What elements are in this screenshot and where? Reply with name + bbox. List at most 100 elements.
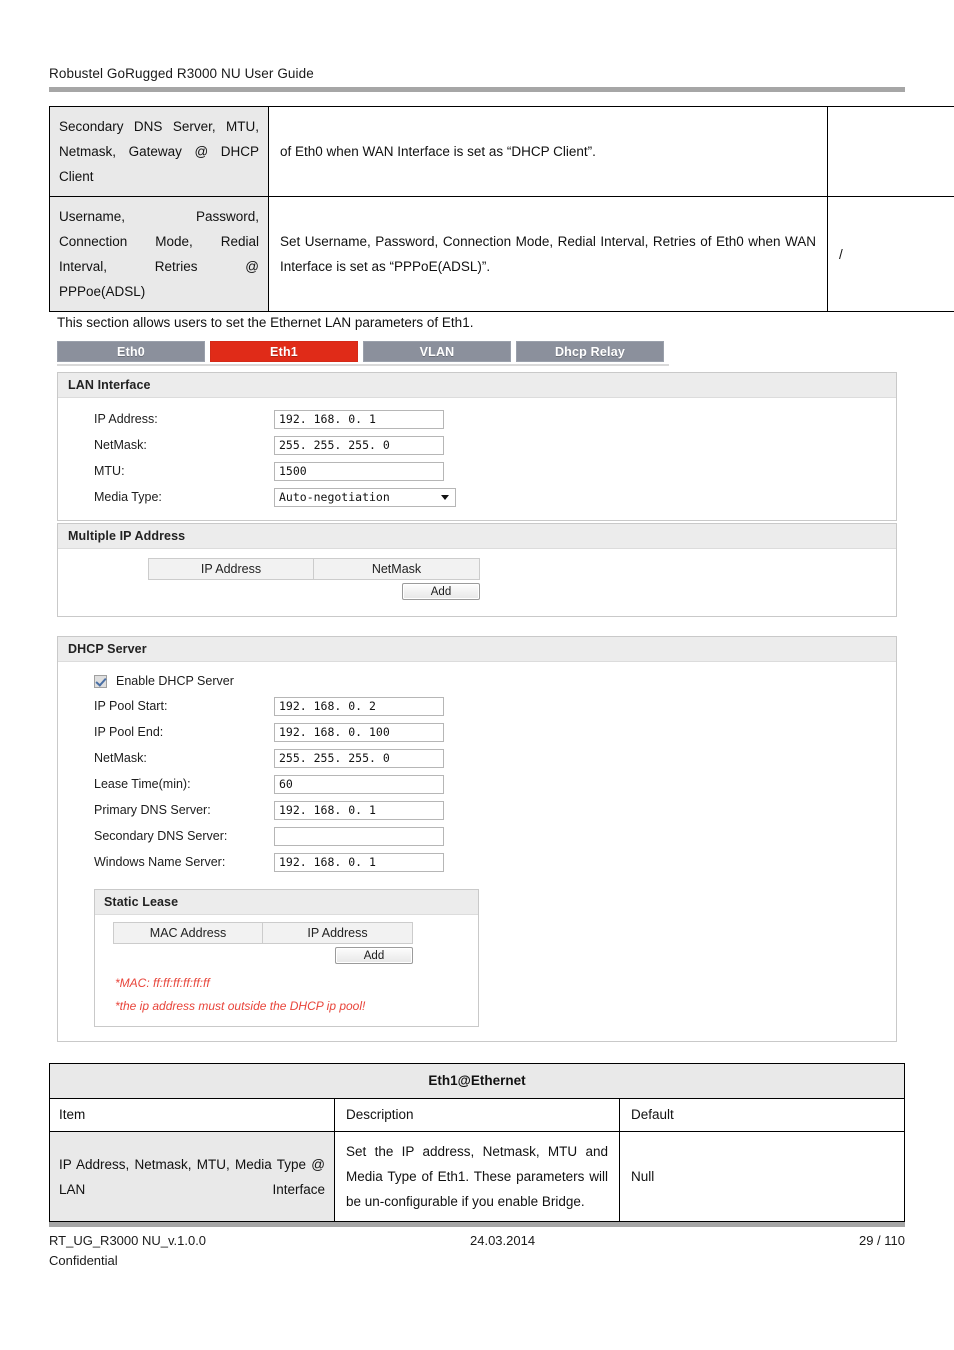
- table-multiple-ip-header: IP Address NetMask: [148, 558, 896, 580]
- field-row-ip-pool-start: IP Pool Start: 192. 168. 0. 2: [58, 693, 896, 719]
- add-static-lease-button[interactable]: Add: [335, 947, 413, 964]
- input-ip-pool-end[interactable]: 192. 168. 0. 100: [274, 722, 444, 742]
- footer-rule: [49, 1222, 905, 1227]
- column-header-mac-address: MAC Address: [113, 922, 263, 944]
- table-static-lease-header: MAC Address IP Address: [113, 922, 478, 944]
- hint-ip-outside-pool: *the ip address must outside the DHCP ip…: [115, 999, 366, 1013]
- hint-mac-format: *MAC: ff:ff:ff:ff:ff:ff: [115, 976, 210, 990]
- panel-title-static-lease: Static Lease: [95, 890, 478, 915]
- input-primary-dns-server[interactable]: 192. 168. 0. 1: [274, 800, 444, 820]
- header-rule: [49, 87, 905, 92]
- footer-date: 24.03.2014: [470, 1233, 536, 1248]
- add-multiple-ip-button[interactable]: Add: [402, 583, 480, 600]
- field-row-netmask: NetMask: 255. 255. 255. 0: [58, 432, 896, 458]
- table-cell-item: IP Address, Netmask, MTU, Media Type @ L…: [49, 1131, 335, 1222]
- input-ip-address[interactable]: 192. 168. 0. 1: [274, 409, 444, 429]
- panel-static-lease: Static Lease MAC Address IP Address Add …: [94, 889, 479, 1027]
- tab-bar: Eth0 Eth1 VLAN Dhcp Relay: [57, 341, 902, 362]
- document-page: Robustel GoRugged R3000 NU User Guide Se…: [0, 0, 954, 1350]
- label-enable-dhcp-server: Enable DHCP Server: [116, 674, 234, 688]
- label-lease-time: Lease Time(min):: [94, 777, 191, 791]
- tab-dhcp-relay[interactable]: Dhcp Relay: [516, 341, 664, 362]
- page-footer: RT_UG_R3000 NU_v.1.0.0 24.03.2014 29 / 1…: [49, 1222, 905, 1268]
- field-row-windows-name-server: Windows Name Server: 192. 168. 0. 1: [58, 849, 896, 875]
- parameters-table-bottom: Eth1@Ethernet Item Description Default I…: [49, 1063, 905, 1222]
- field-row-secondary-dns: Secondary DNS Server:: [58, 823, 896, 849]
- add-row-static-lease: Add: [113, 947, 413, 964]
- tab-underline: [57, 364, 669, 366]
- panel-body-dhcp-server: Enable DHCP Server IP Pool Start: 192. 1…: [58, 662, 896, 1041]
- column-header-default: Default: [619, 1098, 905, 1132]
- table-cell-description: of Eth0 when WAN Interface is set as “DH…: [268, 106, 828, 197]
- label-ip-address: IP Address:: [94, 412, 158, 426]
- field-row-ip-pool-end: IP Pool End: 192. 168. 0. 100: [58, 719, 896, 745]
- label-netmask: NetMask:: [94, 438, 147, 452]
- table-row: Username, Password, Connection Mode, Red…: [49, 196, 954, 312]
- footer-line: RT_UG_R3000 NU_v.1.0.0 24.03.2014 29 / 1…: [49, 1233, 905, 1251]
- panel-dhcp-server: DHCP Server Enable DHCP Server IP Pool S…: [57, 636, 897, 1042]
- field-row-media-type: Media Type: Auto-negotiation: [58, 484, 896, 510]
- table-cell-description: Set Username, Password, Connection Mode,…: [268, 196, 828, 312]
- label-mtu: MTU:: [94, 464, 125, 478]
- field-row-ip-address: IP Address: 192. 168. 0. 1: [58, 406, 896, 432]
- label-ip-pool-start: IP Pool Start:: [94, 699, 168, 713]
- input-dhcp-netmask[interactable]: 255. 255. 255. 0: [274, 748, 444, 768]
- tab-eth1[interactable]: Eth1: [210, 341, 358, 362]
- table-title-row: Eth1@Ethernet: [49, 1063, 905, 1099]
- column-header-ip-address: IP Address: [148, 558, 314, 580]
- label-media-type: Media Type:: [94, 490, 162, 504]
- checkbox-enable-dhcp-server[interactable]: [94, 674, 107, 688]
- panel-title-lan-interface: LAN Interface: [58, 373, 896, 398]
- table-cell-default: [827, 106, 954, 197]
- parameters-table-top: Secondary DNS Server, MTU, Netmask, Gate…: [49, 106, 954, 312]
- panel-body-multiple-ip: IP Address NetMask Add: [58, 549, 896, 616]
- footer-page-number: 29 / 110: [858, 1233, 905, 1248]
- column-header-static-ip-address: IP Address: [263, 922, 413, 944]
- field-row-dhcp-netmask: NetMask: 255. 255. 255. 0: [58, 745, 896, 771]
- body-paragraph: This section allows users to set the Eth…: [57, 315, 474, 330]
- column-header-description: Description: [334, 1098, 620, 1132]
- label-primary-dns-server: Primary DNS Server:: [94, 803, 211, 817]
- add-row-multiple-ip: Add: [148, 583, 480, 600]
- label-dhcp-netmask: NetMask:: [94, 751, 147, 765]
- select-media-type-value: Auto-negotiation: [279, 489, 390, 504]
- table-cell-default: /: [827, 196, 954, 312]
- enable-dhcp-server-row[interactable]: Enable DHCP Server: [58, 669, 896, 693]
- input-secondary-dns-server[interactable]: [274, 826, 444, 846]
- panel-title-dhcp-server: DHCP Server: [58, 637, 896, 662]
- field-row-lease-time: Lease Time(min): 60: [58, 771, 896, 797]
- panel-body-lan-interface: IP Address: 192. 168. 0. 1 NetMask: 255.…: [58, 398, 896, 520]
- input-mtu[interactable]: 1500: [274, 461, 444, 481]
- select-media-type[interactable]: Auto-negotiation: [274, 487, 456, 507]
- field-row-mtu: MTU: 1500: [58, 458, 896, 484]
- column-header-netmask: NetMask: [314, 558, 480, 580]
- panel-multiple-ip-address: Multiple IP Address IP Address NetMask A…: [57, 523, 897, 617]
- table-cell-description: Set the IP address, Netmask, MTU and Med…: [334, 1131, 620, 1222]
- header-title: Robustel GoRugged R3000 NU User Guide: [49, 66, 314, 81]
- label-ip-pool-end: IP Pool End:: [94, 725, 164, 739]
- input-netmask[interactable]: 255. 255. 255. 0: [274, 435, 444, 455]
- table-cell-default: Null: [619, 1131, 905, 1222]
- table-row: IP Address, Netmask, MTU, Media Type @ L…: [49, 1131, 905, 1222]
- column-header-item: Item: [49, 1098, 335, 1132]
- table-cell-item: Secondary DNS Server, MTU, Netmask, Gate…: [49, 106, 269, 197]
- footer-doc-id: RT_UG_R3000 NU_v.1.0.0: [49, 1233, 207, 1248]
- input-lease-time[interactable]: 60: [274, 774, 444, 794]
- panel-lan-interface: LAN Interface IP Address: 192. 168. 0. 1…: [57, 372, 897, 521]
- table-title-eth1-ethernet: Eth1@Ethernet: [49, 1063, 905, 1099]
- panel-body-static-lease: MAC Address IP Address Add *MAC: ff:ff:f…: [95, 915, 478, 1026]
- field-row-primary-dns: Primary DNS Server: 192. 168. 0. 1: [58, 797, 896, 823]
- label-windows-name-server: Windows Name Server:: [94, 855, 226, 869]
- label-secondary-dns-server: Secondary DNS Server:: [94, 829, 228, 843]
- table-cell-item: Username, Password, Connection Mode, Red…: [49, 196, 269, 312]
- router-web-ui: Eth0 Eth1 VLAN Dhcp Relay LAN Interface …: [57, 341, 902, 1042]
- chevron-down-icon: [441, 494, 449, 500]
- input-windows-name-server[interactable]: 192. 168. 0. 1: [274, 852, 444, 872]
- input-ip-pool-start[interactable]: 192. 168. 0. 2: [274, 696, 444, 716]
- tab-vlan[interactable]: VLAN: [363, 341, 511, 362]
- panel-title-multiple-ip: Multiple IP Address: [58, 524, 896, 549]
- table-row: Secondary DNS Server, MTU, Netmask, Gate…: [49, 106, 954, 197]
- footer-confidential: Confidential: [49, 1253, 118, 1268]
- table-header-row: Item Description Default: [49, 1098, 905, 1132]
- tab-eth0[interactable]: Eth0: [57, 341, 205, 362]
